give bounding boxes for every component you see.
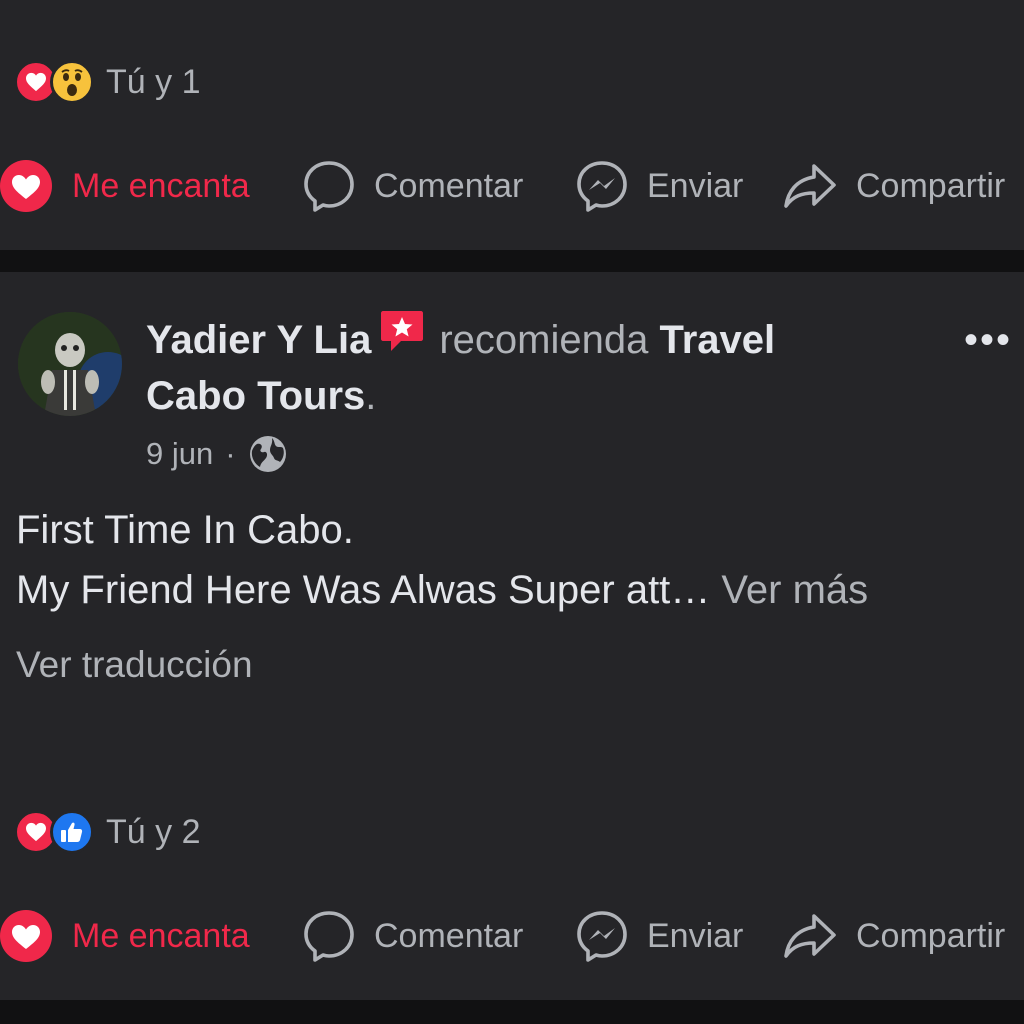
see-translation-link[interactable]: Ver traducción	[16, 644, 253, 686]
love-label: Me encanta	[72, 916, 250, 955]
share-label: Compartir	[856, 166, 1006, 205]
globe-icon	[249, 436, 286, 472]
messenger-icon	[577, 911, 627, 962]
comment-button[interactable]: Comentar	[302, 906, 523, 966]
action-bar-main: Me encanta Comentar Enviar Compartir	[0, 906, 1024, 966]
post-body-line2-text: My Friend Here Was Alwas Super att…	[16, 568, 711, 612]
share-icon	[784, 914, 836, 958]
action-bar-top: Me encanta Comentar Enviar Compartir	[0, 156, 1024, 216]
recommends-verb: recomienda	[439, 318, 649, 362]
reaction-count: Tú y 2	[106, 812, 201, 851]
send-button[interactable]: Enviar	[575, 906, 743, 966]
love-icon	[0, 160, 52, 212]
share-icon	[784, 164, 836, 208]
post-separator	[0, 1000, 1024, 1024]
post-body-line1: First Time In Cabo.	[16, 508, 354, 552]
reaction-count: Tú y 1	[106, 62, 201, 101]
love-button[interactable]: Me encanta	[0, 156, 250, 216]
reaction-summary-top[interactable]: Tú y 1	[14, 58, 200, 106]
author-avatar[interactable]	[18, 312, 122, 416]
meta-separator: ·	[225, 436, 236, 471]
post-separator	[0, 250, 1024, 272]
love-button[interactable]: Me encanta	[0, 906, 250, 966]
comment-label: Comentar	[374, 166, 524, 205]
comment-label: Comentar	[374, 916, 524, 955]
messenger-icon	[577, 161, 627, 212]
page-name-part1[interactable]: Travel	[659, 318, 775, 362]
author-name[interactable]: Yadier Y Lia	[146, 318, 371, 362]
send-label: Enviar	[647, 916, 744, 955]
see-more-link[interactable]: Ver más	[721, 568, 868, 612]
page-name-part2[interactable]: Cabo Tours	[146, 374, 365, 418]
post-header-line2: Cabo Tours.	[146, 368, 376, 424]
love-icon	[0, 910, 52, 962]
send-button[interactable]: Enviar	[575, 156, 743, 216]
recommend-badge-icon	[379, 309, 425, 368]
share-button[interactable]: Compartir	[782, 906, 1005, 966]
reaction-summary-main[interactable]: Tú y 2	[14, 808, 200, 856]
post-body: First Time In Cabo. My Friend Here Was A…	[16, 500, 868, 620]
comment-icon	[304, 161, 354, 212]
wow-reaction-icon	[50, 60, 94, 104]
post-header: Yadier Y Lia recomienda Travel	[146, 309, 775, 368]
send-label: Enviar	[647, 166, 744, 205]
post-meta: 9 jun ·	[146, 430, 288, 478]
love-label: Me encanta	[72, 166, 250, 205]
like-reaction-icon	[50, 810, 94, 854]
page-name-suffix: .	[365, 374, 377, 418]
post-date[interactable]: 9 jun	[146, 436, 213, 472]
more-options-button[interactable]: •••	[964, 318, 1012, 363]
share-button[interactable]: Compartir	[782, 156, 1005, 216]
post-body-line2: My Friend Here Was Alwas Super att… Ver …	[16, 560, 868, 620]
comment-icon	[304, 911, 354, 962]
share-label: Compartir	[856, 916, 1006, 955]
comment-button[interactable]: Comentar	[302, 156, 523, 216]
